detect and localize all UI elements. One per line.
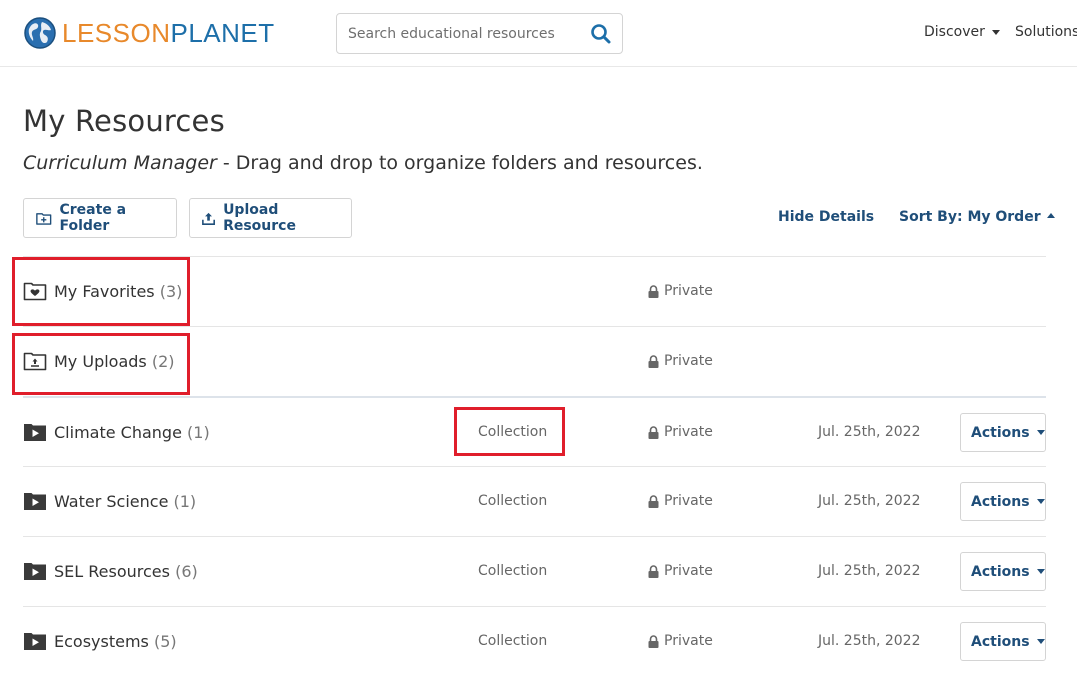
lock-icon bbox=[648, 284, 659, 298]
actions-label: Actions bbox=[971, 633, 1030, 650]
play-folder-icon bbox=[24, 563, 46, 580]
folder-name-text: SEL Resources bbox=[54, 562, 170, 581]
folder-type: Collection bbox=[478, 563, 548, 579]
folder-name-text: My Favorites bbox=[54, 282, 155, 301]
privacy-status: Private bbox=[648, 563, 713, 579]
search-icon[interactable] bbox=[590, 23, 612, 45]
top-bar: LESSONPLANET Discover Solutions bbox=[0, 0, 1077, 67]
upload-resource-button[interactable]: Upload Resource bbox=[189, 198, 352, 238]
folder-name-text: Climate Change bbox=[54, 423, 182, 442]
privacy-status: Private bbox=[648, 633, 713, 649]
privacy-label: Private bbox=[664, 283, 713, 299]
folder-count: (2) bbox=[151, 352, 175, 371]
folder-name-text: My Uploads bbox=[54, 352, 147, 371]
privacy-label: Private bbox=[664, 563, 713, 579]
chevron-down-icon bbox=[1036, 430, 1045, 435]
folder-count: (1) bbox=[187, 423, 210, 442]
actions-button[interactable]: Actions bbox=[960, 482, 1046, 521]
heart-folder-icon bbox=[23, 282, 47, 301]
chevron-down-icon bbox=[1036, 569, 1045, 574]
nav-solutions[interactable]: Solutions bbox=[1015, 24, 1077, 40]
actions-button[interactable]: Actions bbox=[960, 552, 1046, 591]
folder-count: (5) bbox=[153, 632, 177, 651]
list-item[interactable]: SEL Resources (6) Collection Private Jul… bbox=[23, 536, 1046, 606]
create-folder-label: Create a Folder bbox=[59, 202, 127, 234]
chevron-down-icon bbox=[1036, 499, 1045, 504]
chevron-down-icon bbox=[1036, 639, 1045, 644]
actions-button[interactable]: Actions bbox=[960, 413, 1046, 452]
lock-icon bbox=[648, 564, 659, 578]
list-item[interactable]: Water Science (1) Collection Private Jul… bbox=[23, 466, 1046, 536]
nav-discover-label: Discover bbox=[924, 24, 985, 40]
nav-solutions-label: Solutions bbox=[1015, 24, 1077, 40]
folder-name[interactable]: Ecosystems (5) bbox=[54, 632, 177, 651]
folder-name[interactable]: Water Science (1) bbox=[54, 492, 196, 511]
privacy-status: Private bbox=[648, 353, 713, 369]
privacy-label: Private bbox=[664, 353, 713, 369]
list-item[interactable]: My Favorites (3) Private bbox=[23, 256, 1046, 326]
nav-discover[interactable]: Discover bbox=[924, 24, 1000, 40]
globe-icon bbox=[24, 17, 56, 49]
folder-name[interactable]: Climate Change (1) bbox=[54, 423, 210, 442]
actions-label: Actions bbox=[971, 424, 1030, 441]
privacy-label: Private bbox=[664, 424, 713, 440]
logo-text-planet: PLANET bbox=[170, 18, 275, 48]
hide-details-link[interactable]: Hide Details bbox=[778, 209, 874, 225]
privacy-label: Private bbox=[664, 633, 713, 649]
folder-date: Jul. 25th, 2022 bbox=[818, 424, 921, 440]
folder-type: Collection bbox=[478, 633, 548, 649]
search-input[interactable] bbox=[337, 14, 577, 53]
chevron-up-icon bbox=[1046, 213, 1055, 218]
page-title: My Resources bbox=[23, 104, 225, 138]
lock-icon bbox=[648, 354, 659, 368]
privacy-label: Private bbox=[664, 493, 713, 509]
folder-count: (6) bbox=[175, 562, 198, 581]
logo-text-lesson: LESSON bbox=[62, 18, 171, 48]
create-folder-button[interactable]: Create a Folder bbox=[23, 198, 177, 238]
folder-date: Jul. 25th, 2022 bbox=[818, 633, 921, 649]
lock-icon bbox=[648, 494, 659, 508]
play-folder-icon bbox=[24, 424, 46, 441]
folder-type: Collection bbox=[478, 493, 548, 509]
logo-text: LESSONPLANET bbox=[62, 20, 275, 46]
list-item[interactable]: Ecosystems (5) Collection Private Jul. 2… bbox=[23, 606, 1046, 673]
folder-name-text: Water Science bbox=[54, 492, 169, 511]
lock-icon bbox=[648, 634, 659, 648]
lesson-planet-logo[interactable]: LESSONPLANET bbox=[24, 16, 275, 50]
lock-icon bbox=[648, 425, 659, 439]
page-subtitle: Curriculum Manager - Drag and drop to or… bbox=[23, 152, 703, 174]
folder-count: (3) bbox=[159, 282, 183, 301]
folder-date: Jul. 25th, 2022 bbox=[818, 563, 921, 579]
actions-label: Actions bbox=[971, 563, 1030, 580]
actions-button[interactable]: Actions bbox=[960, 622, 1046, 661]
resource-list: My Favorites (3) Private My Uploads (2) … bbox=[23, 256, 1046, 673]
sort-by-label: Sort By: My Order bbox=[899, 209, 1041, 225]
upload-icon bbox=[202, 212, 215, 225]
sort-by-dropdown[interactable]: Sort By: My Order bbox=[899, 209, 1055, 225]
folder-name[interactable]: My Uploads (2) bbox=[54, 352, 175, 371]
actions-label: Actions bbox=[971, 493, 1030, 510]
folder-type: Collection bbox=[478, 424, 548, 440]
upload-folder-icon bbox=[23, 352, 47, 371]
play-folder-icon bbox=[24, 493, 46, 510]
subtitle-text: - Drag and drop to organize folders and … bbox=[216, 152, 703, 174]
folder-name[interactable]: My Favorites (3) bbox=[54, 282, 182, 301]
folder-name[interactable]: SEL Resources (6) bbox=[54, 562, 198, 581]
privacy-status: Private bbox=[648, 493, 713, 509]
upload-resource-label: Upload Resource bbox=[223, 202, 296, 234]
folder-plus-icon bbox=[36, 212, 52, 225]
folder-name-text: Ecosystems bbox=[54, 632, 149, 651]
subtitle-emphasis: Curriculum Manager bbox=[23, 152, 217, 174]
search-box bbox=[336, 13, 623, 54]
list-item[interactable]: My Uploads (2) Private bbox=[23, 326, 1046, 396]
folder-count: (1) bbox=[173, 492, 197, 511]
privacy-status: Private bbox=[648, 424, 713, 440]
list-item[interactable]: Climate Change (1) Collection Private Ju… bbox=[23, 396, 1046, 466]
play-folder-icon bbox=[24, 633, 46, 650]
chevron-down-icon bbox=[991, 29, 1000, 35]
folder-date: Jul. 25th, 2022 bbox=[818, 493, 921, 509]
privacy-status: Private bbox=[648, 283, 713, 299]
